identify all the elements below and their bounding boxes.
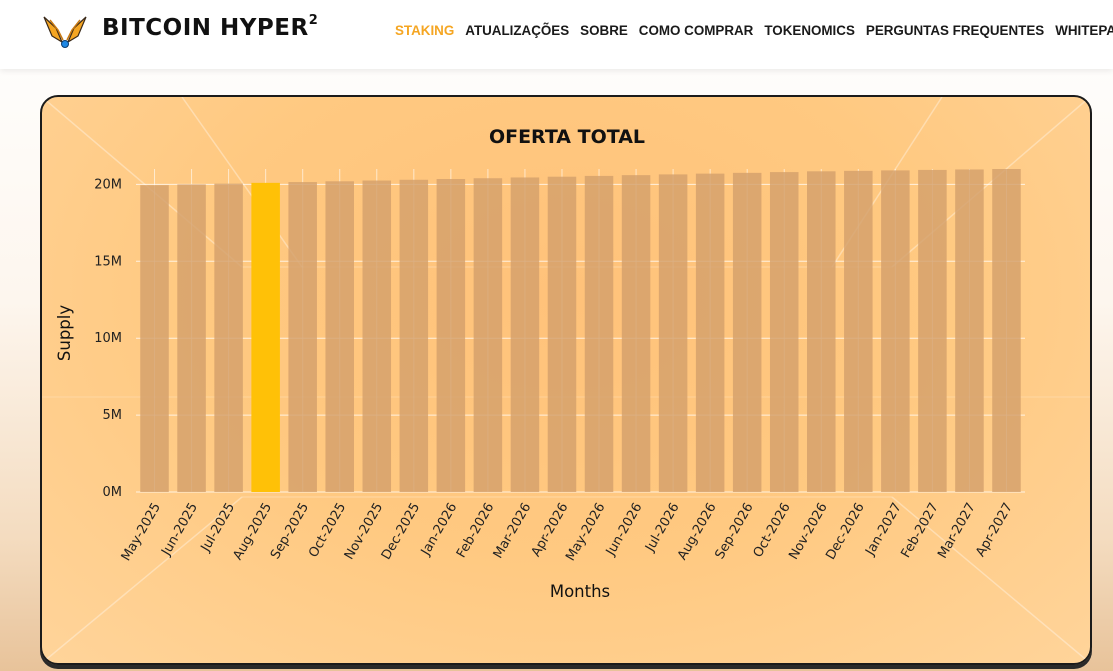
bar[interactable]	[140, 185, 169, 492]
bar[interactable]	[584, 175, 614, 492]
x-tick-label: Jun-2026	[603, 501, 646, 560]
supply-bar-chart: OFERTA TOTAL 0M5M10M15M20M May-2025Jun-2…	[55, 126, 1025, 601]
nav-como-comprar[interactable]: COMO COMPRAR	[639, 23, 754, 39]
x-axis-title: Months	[550, 582, 610, 601]
x-tick-label: Jul-2026	[642, 501, 682, 556]
y-tick-label: 0M	[103, 485, 123, 500]
bar[interactable]	[362, 180, 392, 492]
main-nav: STAKING ATUALIZAÇÕES SOBRE COMO COMPRAR …	[395, 23, 1113, 39]
nav-whitepaper[interactable]: WHITEPAPER	[1055, 23, 1113, 39]
y-axis-ticks: 0M 5M 10M 15M 20M	[94, 177, 122, 500]
y-tick-label: 20M	[94, 177, 122, 192]
nav-sobre[interactable]: SOBRE	[580, 23, 628, 39]
nav-perguntas-frequentes[interactable]: PERGUNTAS FREQUENTES	[866, 23, 1044, 39]
brand-name[interactable]: BITCOIN HYPER2	[102, 13, 319, 41]
bar[interactable]	[547, 176, 577, 492]
y-tick-label: 5M	[103, 408, 123, 423]
x-tick-label: Apr-2026	[529, 501, 572, 560]
supply-chart-card: OFERTA TOTAL 0M 5M 10M 15M 20M May-2025 Jun-2…	[40, 95, 1092, 665]
bar[interactable]	[288, 182, 317, 493]
x-axis-ticks: May-2025Jun-2025Jul-2025Aug-2025Sep-2025…	[119, 501, 1016, 564]
bitcoin-hyper-logo-icon[interactable]	[42, 14, 88, 50]
bar[interactable]	[473, 178, 503, 492]
chart-bars	[140, 169, 1021, 493]
chart-title: OFERTA TOTAL	[489, 126, 645, 148]
nav-staking[interactable]: STAKING	[395, 23, 454, 39]
bar[interactable]	[436, 178, 466, 492]
bar[interactable]	[732, 172, 762, 492]
brand-text: BITCOIN HYPER	[102, 15, 309, 41]
x-tick-label: Oct-2026	[751, 501, 794, 561]
x-tick-label: Jan-2027	[862, 501, 904, 559]
x-tick-label: May-2025	[119, 501, 164, 564]
y-axis-title: Supply	[55, 305, 74, 361]
x-tick-label: Jul-2025	[198, 501, 238, 556]
x-tick-label: Jan-2026	[418, 501, 460, 559]
brand-superscript: 2	[308, 13, 319, 28]
x-tick-label: Oct-2025	[306, 501, 349, 561]
bar[interactable]	[658, 174, 688, 492]
bar[interactable]	[695, 173, 725, 492]
bar[interactable]	[325, 181, 354, 493]
bar[interactable]	[955, 169, 984, 492]
bar[interactable]	[399, 179, 429, 492]
y-tick-label: 15M	[94, 254, 122, 269]
bar[interactable]	[992, 169, 1021, 492]
nav-tokenomics[interactable]: TOKENOMICS	[764, 23, 855, 39]
bar[interactable]	[214, 183, 243, 492]
bar[interactable]	[881, 170, 910, 492]
bar[interactable]	[510, 177, 540, 492]
x-tick-label: Dec-2026	[823, 501, 867, 563]
bar[interactable]	[177, 184, 206, 492]
bar[interactable]	[807, 171, 836, 493]
bar[interactable]	[769, 172, 799, 493]
x-tick-label: Jun-2025	[158, 501, 201, 560]
bar[interactable]	[844, 170, 873, 492]
x-tick-label: Dec-2025	[379, 501, 423, 563]
bar[interactable]	[918, 169, 947, 492]
x-tick-label: Apr-2027	[973, 501, 1016, 560]
bar[interactable]	[621, 175, 651, 492]
site-header: BITCOIN HYPER2 STAKING ATUALIZAÇÕES SOBR…	[0, 0, 1113, 69]
nav-atualizacoes[interactable]: ATUALIZAÇÕES	[465, 23, 569, 39]
bar-highlighted[interactable]	[251, 182, 280, 492]
y-tick-label: 10M	[94, 331, 122, 346]
